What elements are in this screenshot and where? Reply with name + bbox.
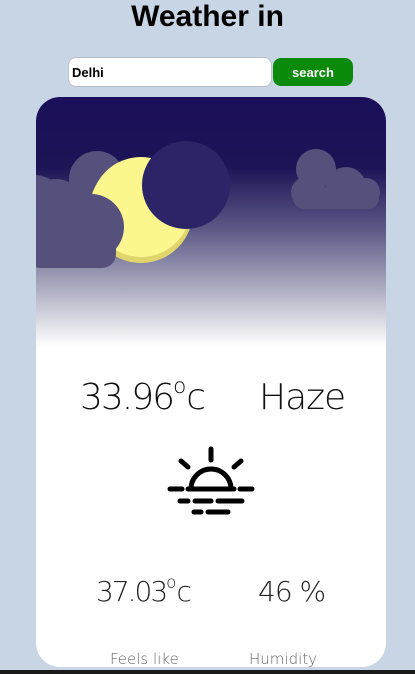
feels-like-label: Feels like bbox=[110, 650, 179, 667]
city-search-input[interactable] bbox=[68, 57, 272, 87]
humidity-value: 46 % bbox=[258, 575, 326, 608]
window-bottom-edge bbox=[0, 670, 415, 674]
weather-condition: Haze bbox=[259, 377, 346, 418]
temperature-value: 33.96oc bbox=[80, 373, 206, 418]
cloud-small-icon bbox=[291, 149, 380, 209]
night-sky-illustration bbox=[36, 97, 386, 347]
weather-app: Weather in search bbox=[0, 0, 415, 674]
page-title: Weather in bbox=[131, 0, 284, 33]
feels-like-value: 37.03oc bbox=[96, 572, 192, 608]
haze-icon bbox=[167, 446, 255, 515]
search-button[interactable]: search bbox=[273, 58, 353, 86]
weather-card: 33.96oc Haze 37.03oc 46 % Feels like Hum… bbox=[36, 97, 386, 667]
humidity-label: Humidity bbox=[249, 650, 318, 667]
